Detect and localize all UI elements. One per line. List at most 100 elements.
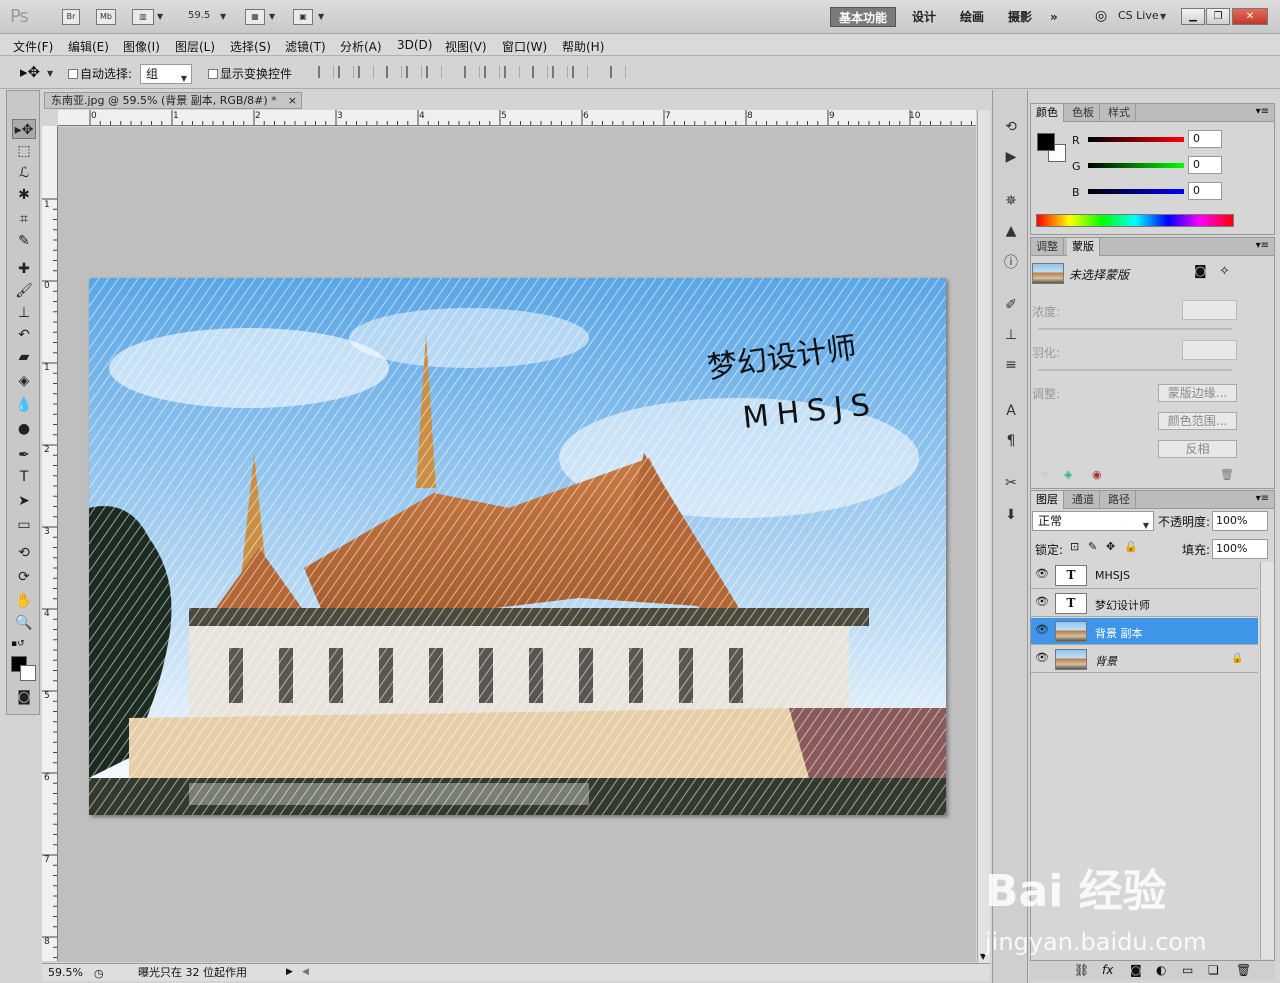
red-slider[interactable] <box>1088 137 1184 142</box>
density-field[interactable] <box>1182 300 1237 320</box>
tool-presets-panel-icon[interactable]: ≡ <box>1001 356 1021 374</box>
lock-all-icon[interactable]: 🔒 <box>1124 540 1138 553</box>
green-value-field[interactable]: 0 <box>1188 156 1222 174</box>
fill-field[interactable]: 100% <box>1212 539 1268 559</box>
zoom-level-field[interactable]: 59.5 <box>188 10 210 21</box>
pixel-mask-icon[interactable]: ◙ <box>1194 264 1207 279</box>
foreground-color-swatch[interactable] <box>1037 133 1055 151</box>
fx-icon[interactable]: fx <box>1102 963 1113 977</box>
menu-help[interactable]: 帮助(H) <box>562 38 604 55</box>
paint-bucket-tool-icon[interactable]: ◈ <box>12 371 36 391</box>
brushes-panel-icon[interactable]: ✐ <box>1001 296 1021 314</box>
document-tab[interactable]: 东南亚.jpg @ 59.5% (背景 副本, RGB/8#) * × <box>44 92 302 109</box>
chevron-down-icon[interactable]: ▼ <box>157 12 163 21</box>
more-workspaces-button[interactable]: » <box>1042 7 1066 27</box>
layers-scrollbar[interactable] <box>1260 562 1274 959</box>
align-top-icon[interactable] <box>318 66 334 78</box>
invert-button[interactable]: 反相 <box>1158 440 1237 458</box>
eraser-tool-icon[interactable]: ▰ <box>12 347 36 367</box>
move-tool-icon[interactable]: ▸✥ <box>12 119 36 139</box>
blend-mode-dropdown[interactable]: 正常 ▼ <box>1032 511 1154 531</box>
dodge-tool-icon[interactable]: ● <box>12 419 36 439</box>
trash-icon[interactable]: 🗑 <box>1220 468 1234 481</box>
chevron-down-icon[interactable]: ▼ <box>181 70 187 88</box>
tab-adjustments[interactable]: 调整 <box>1031 238 1064 256</box>
new-layer-icon[interactable]: ❏ <box>1208 963 1219 977</box>
eye-icon[interactable]: 👁 <box>1035 568 1049 580</box>
align-left-icon[interactable] <box>386 66 402 78</box>
clone-source-panel-icon[interactable]: ⊥ <box>1001 326 1021 344</box>
tab-swatches[interactable]: 色板 <box>1067 104 1100 122</box>
workspace-essentials[interactable]: 基本功能 <box>830 7 897 27</box>
eye-icon[interactable]: 👁 <box>1035 596 1049 608</box>
background-color-swatch[interactable] <box>20 665 36 681</box>
tab-masks[interactable]: 蒙版 <box>1067 238 1100 256</box>
menu-3d[interactable]: 3D(D) <box>397 38 432 52</box>
menu-filter[interactable]: 滤镜(T) <box>285 38 326 55</box>
chevron-down-icon[interactable]: ▼ <box>1160 12 1166 21</box>
blue-value-field[interactable]: 0 <box>1188 182 1222 200</box>
workspace-painting[interactable]: 绘画 <box>952 7 992 27</box>
brush-tool-icon[interactable]: 🖌 <box>12 281 36 301</box>
density-slider[interactable] <box>1038 328 1232 330</box>
blue-slider[interactable] <box>1088 189 1184 194</box>
green-slider[interactable] <box>1088 163 1184 168</box>
menu-window[interactable]: 窗口(W) <box>502 38 547 55</box>
tab-channels[interactable]: 通道 <box>1067 491 1100 509</box>
actions-panel-icon[interactable]: ▶ <box>1001 148 1021 166</box>
workspace-photography[interactable]: 摄影 <box>1000 7 1040 27</box>
character-panel-icon[interactable]: A <box>1001 402 1021 420</box>
menu-image[interactable]: 图像(I) <box>123 38 160 55</box>
close-icon[interactable]: ✕ <box>1232 8 1268 25</box>
feather-field[interactable] <box>1182 340 1237 360</box>
status-menu-arrow-icon[interactable]: ▶ <box>286 964 293 981</box>
vertical-scrollbar[interactable]: ▼ <box>977 110 990 965</box>
scroll-left-icon[interactable]: ◀ <box>302 964 309 981</box>
eyedropper-tool-icon[interactable]: ✎ <box>12 231 36 251</box>
distribute-left-icon[interactable] <box>532 66 548 78</box>
workspace-design[interactable]: 设计 <box>904 7 944 27</box>
history-brush-tool-icon[interactable]: ↶ <box>12 325 36 345</box>
distribute-top-icon[interactable] <box>464 66 480 78</box>
history-panel-icon[interactable]: ⟲ <box>1001 118 1021 136</box>
navigator-panel-icon[interactable]: ✵ <box>1001 192 1021 210</box>
healing-brush-tool-icon[interactable]: ✚ <box>12 259 36 279</box>
align-vertical-center-icon[interactable] <box>338 66 354 78</box>
path-selection-tool-icon[interactable]: ➤ <box>12 491 36 511</box>
disable-mask-icon[interactable]: ◉ <box>1092 468 1102 481</box>
zoom-tool-icon[interactable]: 🔍 <box>12 613 36 633</box>
lasso-tool-icon[interactable]: ℒ <box>12 163 36 183</box>
3d-orbit-tool-icon[interactable]: ⟳ <box>12 567 36 587</box>
vector-mask-icon[interactable]: ✧ <box>1219 264 1230 279</box>
adjust-icon[interactable]: ◐ <box>1156 963 1166 977</box>
info-panel-icon[interactable]: ⓘ <box>1001 254 1021 272</box>
3d-rotate-tool-icon[interactable]: ⟲ <box>12 543 36 563</box>
pen-tool-icon[interactable]: ✒ <box>12 445 36 465</box>
opacity-field[interactable]: 100% <box>1212 511 1268 531</box>
menu-select[interactable]: 选择(S) <box>230 38 271 55</box>
mini-bridge-button[interactable]: Mb <box>96 9 116 25</box>
panel-menu-icon[interactable]: ▾≡ <box>1256 240 1269 251</box>
layer-row-mhsjs[interactable]: 👁 T MHSJS <box>1031 562 1258 589</box>
quick-selection-tool-icon[interactable]: ✱ <box>12 185 36 205</box>
tab-paths[interactable]: 路径 <box>1103 491 1136 509</box>
minimize-icon[interactable]: ▁ <box>1181 8 1205 25</box>
paragraph-panel-icon[interactable]: ¶ <box>1001 432 1021 450</box>
align-bottom-icon[interactable] <box>358 66 374 78</box>
layer-row-background-copy[interactable]: 👁 背景 副本 <box>1031 618 1258 645</box>
layer-row-text[interactable]: 👁 T 梦幻设计师 <box>1031 590 1258 617</box>
apply-mask-icon[interactable]: ◈ <box>1064 468 1072 481</box>
bridge-button[interactable]: Br <box>62 9 80 25</box>
cs-live-button[interactable]: CS Live <box>1118 9 1159 22</box>
arrange-documents-button[interactable]: ▦ <box>245 9 265 25</box>
lock-pixels-icon[interactable]: ✎ <box>1088 540 1097 553</box>
group-icon[interactable]: ▭ <box>1182 963 1193 977</box>
distribute-horizontal-icon[interactable] <box>552 66 568 78</box>
panel-menu-icon[interactable]: ▾≡ <box>1256 106 1269 117</box>
blur-tool-icon[interactable]: 💧 <box>12 395 36 415</box>
default-colors-icon[interactable]: ▪↺ <box>11 639 25 649</box>
marquee-tool-icon[interactable]: ⬚ <box>12 141 36 161</box>
show-transform-option[interactable]: 显示变换控件 <box>208 65 292 82</box>
show-transform-checkbox[interactable] <box>208 69 218 79</box>
trash-icon[interactable]: 🗑 <box>1236 963 1251 977</box>
